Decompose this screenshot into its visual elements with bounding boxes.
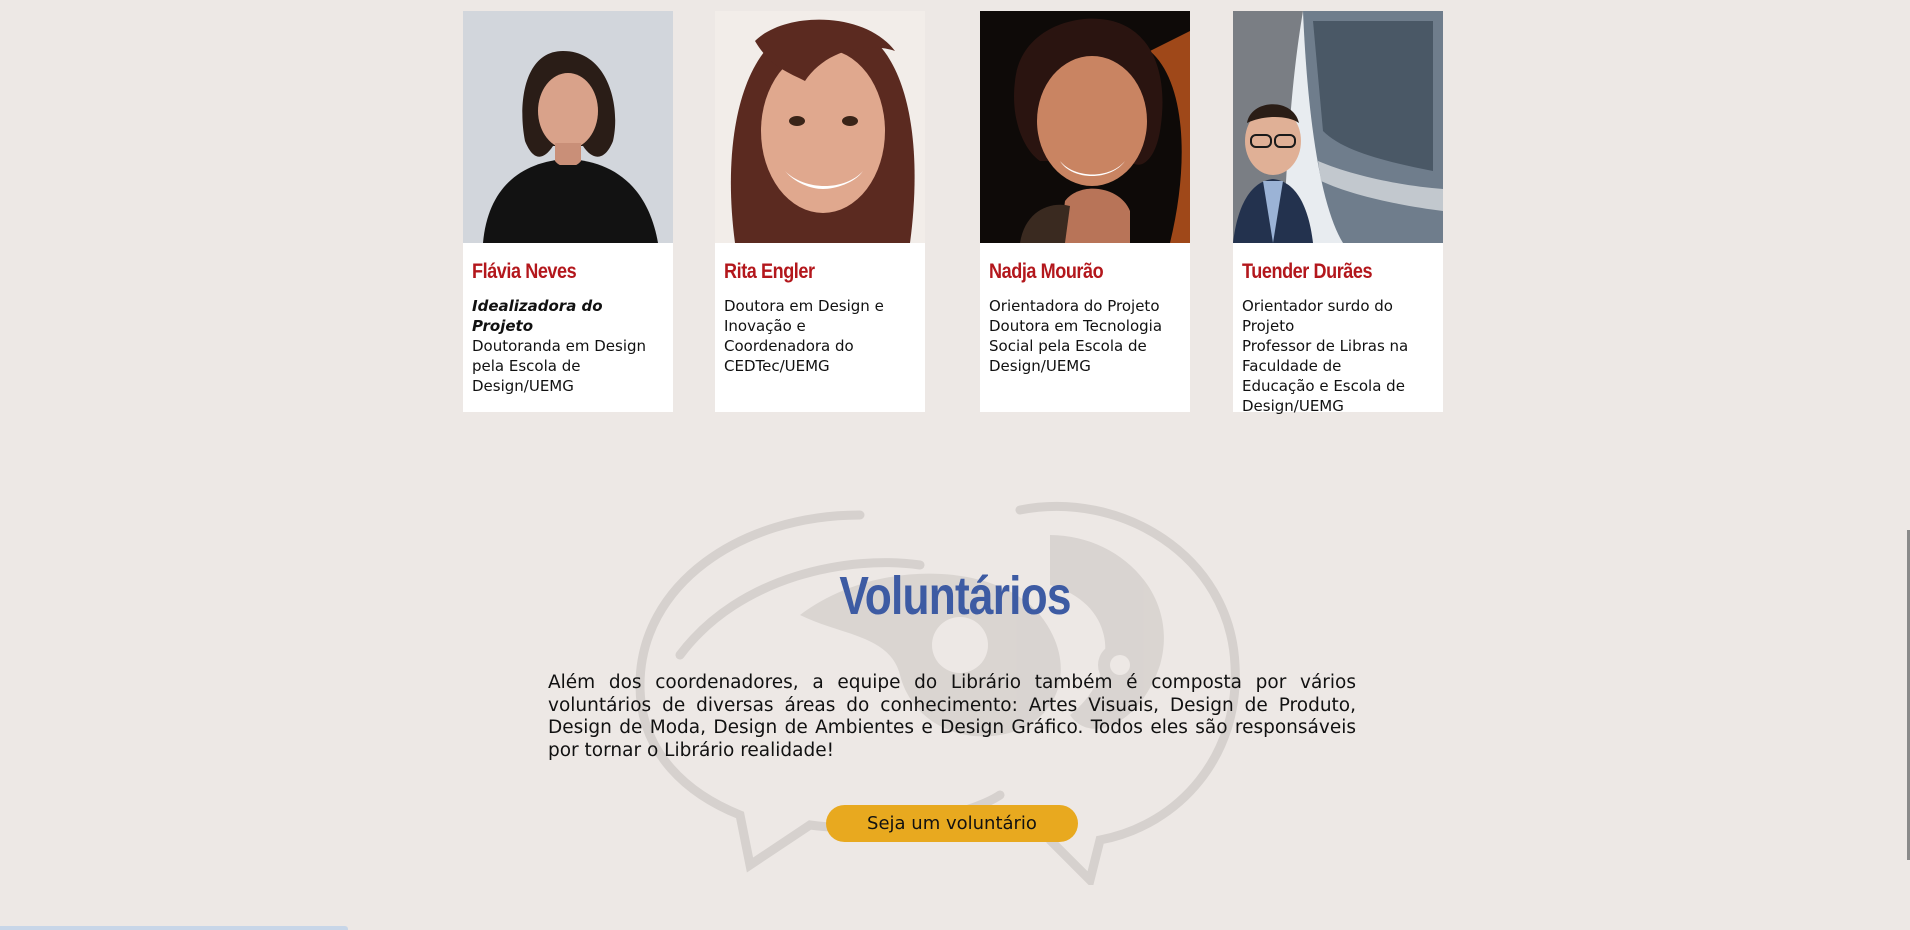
team-card-tuender: Tuender Durães Orientador surdo do Proje… bbox=[1233, 11, 1443, 415]
member-name: Nadja Mourão bbox=[989, 260, 1104, 283]
flavia-photo bbox=[463, 11, 673, 243]
team-card-nadja: Nadja Mourão Orientadora do Projeto Dout… bbox=[980, 11, 1190, 412]
member-name: Flávia Neves bbox=[472, 260, 577, 283]
rita-photo bbox=[715, 11, 925, 243]
member-info: Doutora em Design e Inovação e Coordenad… bbox=[724, 296, 920, 376]
member-info: Orientadora do Projeto Doutora em Tecnol… bbox=[989, 296, 1185, 376]
member-description: Doutoranda em Design pela Escola de Desi… bbox=[472, 337, 647, 395]
member-description: Orientador surdo do Projeto Professor de… bbox=[1242, 297, 1409, 415]
volunteers-description: Além dos coordenadores, a equipe do Libr… bbox=[548, 672, 1356, 761]
member-description: Orientadora do Projeto Doutora em Tecnol… bbox=[989, 297, 1163, 375]
volunteers-title: Voluntários bbox=[839, 566, 1071, 626]
member-info: Orientador surdo do Projeto Professor de… bbox=[1242, 296, 1438, 416]
team-card-flavia: Flávia Neves Idealizadora do Projeto Dou… bbox=[463, 11, 673, 412]
volunteer-signup-button[interactable]: Seja um voluntário bbox=[826, 805, 1078, 842]
bottom-progress-bar bbox=[0, 926, 348, 930]
member-description: Doutora em Design e Inovação e Coordenad… bbox=[724, 297, 884, 375]
member-name: Rita Engler bbox=[724, 260, 815, 283]
member-name: Tuender Durães bbox=[1242, 260, 1373, 283]
nadja-photo bbox=[980, 11, 1190, 243]
member-role: Idealizadora do Projeto bbox=[472, 297, 603, 335]
team-card-rita: Rita Engler Doutora em Design e Inovação… bbox=[715, 11, 925, 412]
member-info: Idealizadora do Projeto Doutoranda em De… bbox=[472, 296, 668, 396]
tuender-photo bbox=[1233, 11, 1443, 243]
